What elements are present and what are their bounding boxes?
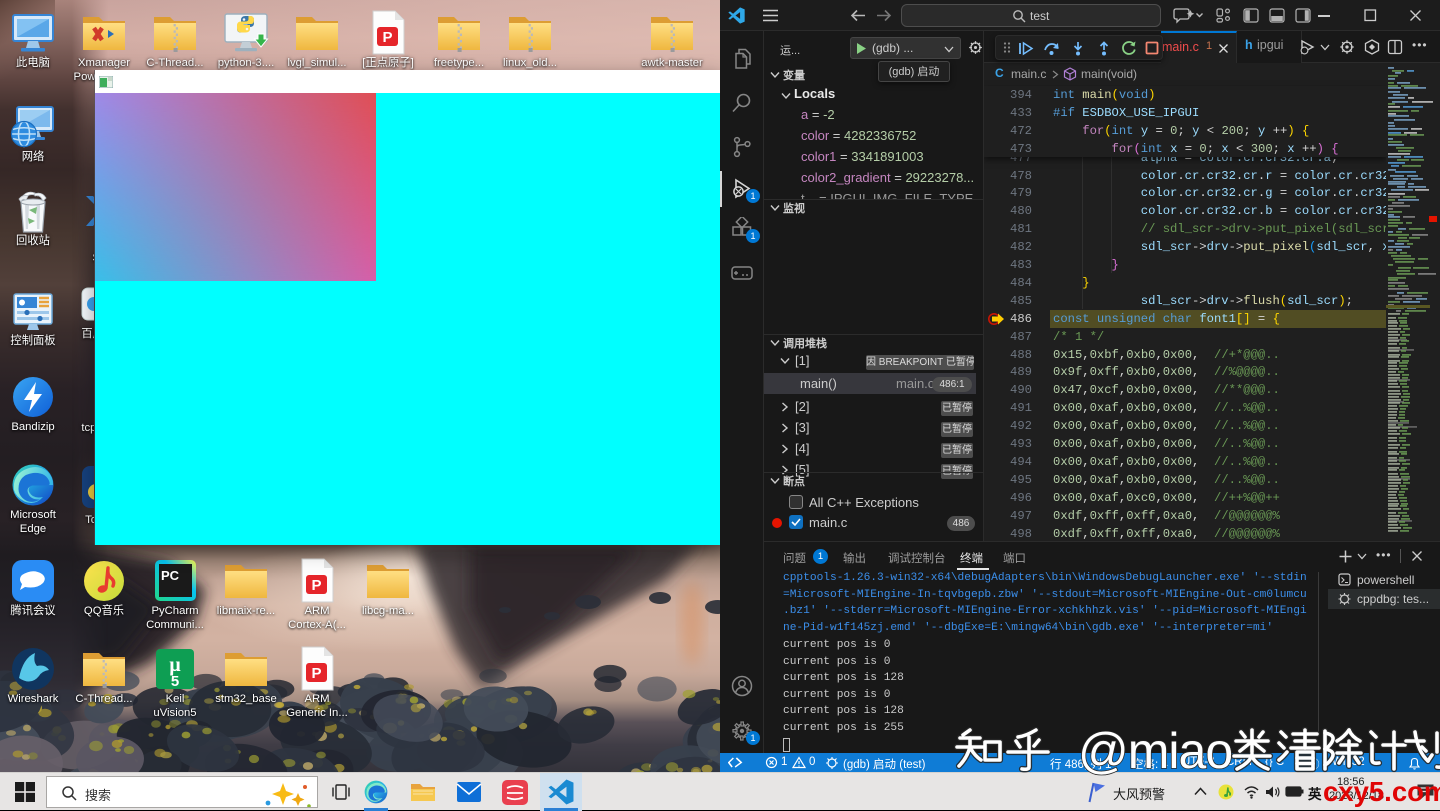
svg-text:@miao: @miao [1078, 723, 1232, 779]
svg-text:P: P [311, 665, 321, 682]
svg-text:P: P [382, 29, 392, 46]
svg-text:PC: PC [161, 568, 180, 583]
svg-text:P: P [311, 577, 321, 594]
svg-text:5: 5 [171, 673, 179, 690]
